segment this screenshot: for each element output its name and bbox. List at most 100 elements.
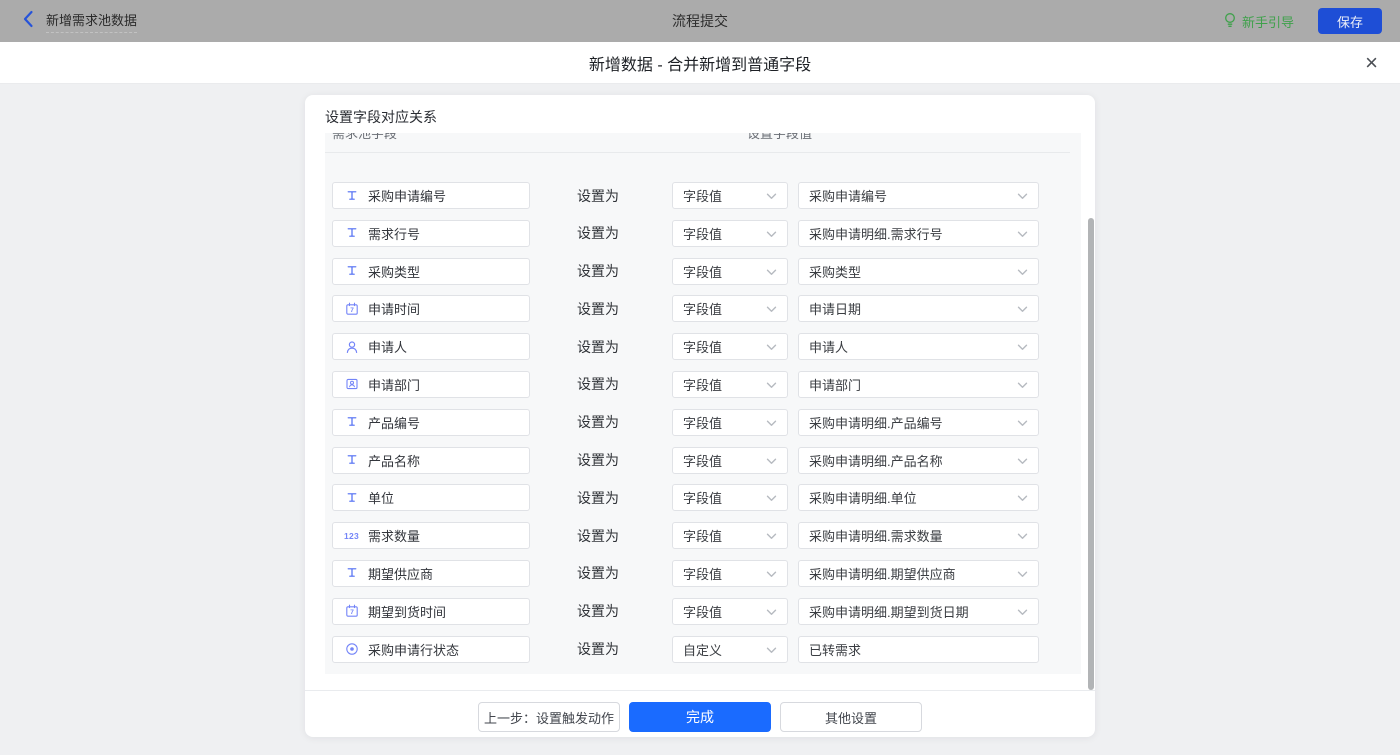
mapping-row: 产品名称 设置为 字段值 采购申请明细.产品名称 — [332, 447, 1074, 474]
chevron-down-icon — [766, 264, 777, 279]
target-field-select[interactable]: 采购申请明细.期望到货日期 — [798, 598, 1039, 625]
source-field-box: 产品编号 — [332, 409, 530, 436]
text-field-icon — [344, 264, 359, 279]
target-field-value: 申请日期 — [809, 299, 861, 318]
chevron-down-icon — [1017, 264, 1028, 279]
mapping-row: 需求行号 设置为 字段值 采购申请明细.需求行号 — [332, 220, 1074, 247]
chevron-down-icon — [766, 528, 777, 543]
target-field-value: 申请人 — [809, 337, 848, 356]
mapping-row: 7 申请时间 设置为 字段值 申请日期 — [332, 295, 1074, 322]
value-mode-select[interactable]: 字段值 — [672, 522, 788, 549]
source-field-box: 采购申请编号 — [332, 182, 530, 209]
target-field-select[interactable]: 采购类型 — [798, 258, 1039, 285]
target-field-value: 采购申请明细.需求行号 — [809, 224, 943, 243]
set-as-label: 设置为 — [577, 563, 619, 583]
target-field-select[interactable]: 采购申请明细.产品名称 — [798, 447, 1039, 474]
finish-button[interactable]: 完成 — [629, 702, 771, 732]
chevron-down-icon — [766, 490, 777, 505]
chevron-down-icon — [766, 301, 777, 316]
value-mode-value: 字段值 — [683, 337, 722, 356]
target-field-select[interactable]: 采购申请明细.单位 — [798, 484, 1039, 511]
date-field-icon: 7 — [344, 301, 359, 316]
value-mode-select[interactable]: 字段值 — [672, 484, 788, 511]
column-header-left: 需求池字段 — [332, 133, 397, 144]
value-mode-select[interactable]: 字段值 — [672, 447, 788, 474]
value-mode-value: 字段值 — [683, 186, 722, 205]
value-mode-select[interactable]: 自定义 — [672, 636, 788, 663]
svg-text:7: 7 — [350, 609, 354, 616]
chevron-down-icon — [1017, 528, 1028, 543]
chevron-down-icon — [1017, 415, 1028, 430]
source-field-box: 单位 — [332, 484, 530, 511]
set-as-label: 设置为 — [577, 299, 619, 319]
footer-divider — [305, 690, 1095, 691]
clipped-column-headers: 需求池字段 设置字段值 — [325, 133, 1081, 146]
flow-title[interactable]: 新增需求池数据 — [46, 10, 137, 33]
value-mode-select[interactable]: 字段值 — [672, 182, 788, 209]
value-mode-select[interactable]: 字段值 — [672, 333, 788, 360]
chevron-down-icon — [1017, 226, 1028, 241]
target-field-select[interactable]: 申请部门 — [798, 371, 1039, 398]
chevron-down-icon — [1017, 377, 1028, 392]
target-field-value: 采购类型 — [809, 262, 861, 281]
target-field-select[interactable]: 采购申请编号 — [798, 182, 1039, 209]
chevron-down-icon — [766, 188, 777, 203]
target-field-select[interactable]: 采购申请明细.期望供应商 — [798, 560, 1039, 587]
target-field-select[interactable]: 采购申请明细.需求数量 — [798, 522, 1039, 549]
source-field-box: 7 期望到货时间 — [332, 598, 530, 625]
guide-label: 新手引导 — [1242, 12, 1294, 31]
value-mode-value: 字段值 — [683, 299, 722, 318]
value-mode-select[interactable]: 字段值 — [672, 409, 788, 436]
value-mode-value: 字段值 — [683, 413, 722, 432]
chevron-down-icon — [1017, 188, 1028, 203]
source-field-box: 7 申请时间 — [332, 295, 530, 322]
chevron-down-icon — [766, 642, 777, 657]
close-icon[interactable]: × — [1365, 52, 1378, 74]
target-field-value: 采购申请明细.产品编号 — [809, 413, 943, 432]
mapping-row: 采购申请编号 设置为 字段值 采购申请编号 — [332, 182, 1074, 209]
source-field-box: 产品名称 — [332, 447, 530, 474]
text-field-icon — [344, 566, 359, 581]
chevron-down-icon — [766, 377, 777, 392]
scrollbar-thumb[interactable] — [1088, 218, 1094, 690]
value-mode-select[interactable]: 字段值 — [672, 295, 788, 322]
mapping-row: 123 需求数量 设置为 字段值 采购申请明细.需求数量 — [332, 522, 1074, 549]
value-mode-select[interactable]: 字段值 — [672, 560, 788, 587]
other-settings-button[interactable]: 其他设置 — [780, 702, 922, 732]
custom-value-input[interactable]: 已转需求 — [798, 636, 1039, 663]
set-as-label: 设置为 — [577, 639, 619, 659]
set-as-label: 设置为 — [577, 526, 619, 546]
beginner-guide-link[interactable]: 新手引导 — [1223, 12, 1294, 31]
value-mode-value: 字段值 — [683, 262, 722, 281]
mapping-row: 单位 设置为 字段值 采购申请明细.单位 — [332, 484, 1074, 511]
value-mode-select[interactable]: 字段值 — [672, 220, 788, 247]
target-field-select[interactable]: 申请日期 — [798, 295, 1039, 322]
source-field-label: 申请时间 — [368, 299, 420, 318]
save-button[interactable]: 保存 — [1318, 8, 1382, 34]
source-field-label: 产品名称 — [368, 451, 420, 470]
source-field-label: 采购类型 — [368, 262, 420, 281]
mapping-row: 采购类型 设置为 字段值 采购类型 — [332, 258, 1074, 285]
target-field-select[interactable]: 采购申请明细.需求行号 — [798, 220, 1039, 247]
chevron-down-icon — [766, 453, 777, 468]
text-field-icon — [344, 226, 359, 241]
target-field-select[interactable]: 采购申请明细.产品编号 — [798, 409, 1039, 436]
target-field-value: 已转需求 — [809, 640, 861, 659]
value-mode-select[interactable]: 字段值 — [672, 258, 788, 285]
mapping-row: 申请人 设置为 字段值 申请人 — [332, 333, 1074, 360]
value-mode-select[interactable]: 字段值 — [672, 598, 788, 625]
set-as-label: 设置为 — [577, 488, 619, 508]
back-button[interactable] — [22, 10, 34, 33]
value-mode-select[interactable]: 字段值 — [672, 371, 788, 398]
chevron-down-icon — [766, 339, 777, 354]
set-as-label: 设置为 — [577, 450, 619, 470]
chevron-down-icon — [1017, 566, 1028, 581]
target-field-value: 采购申请明细.产品名称 — [809, 451, 943, 470]
target-field-select[interactable]: 申请人 — [798, 333, 1039, 360]
radio-field-icon — [344, 642, 359, 657]
source-field-box: 期望供应商 — [332, 560, 530, 587]
source-field-box: 需求行号 — [332, 220, 530, 247]
date-field-icon: 7 — [344, 604, 359, 619]
target-field-value: 采购申请明细.需求数量 — [809, 526, 943, 545]
previous-step-button[interactable]: 上一步：设置触发动作 — [478, 702, 620, 732]
